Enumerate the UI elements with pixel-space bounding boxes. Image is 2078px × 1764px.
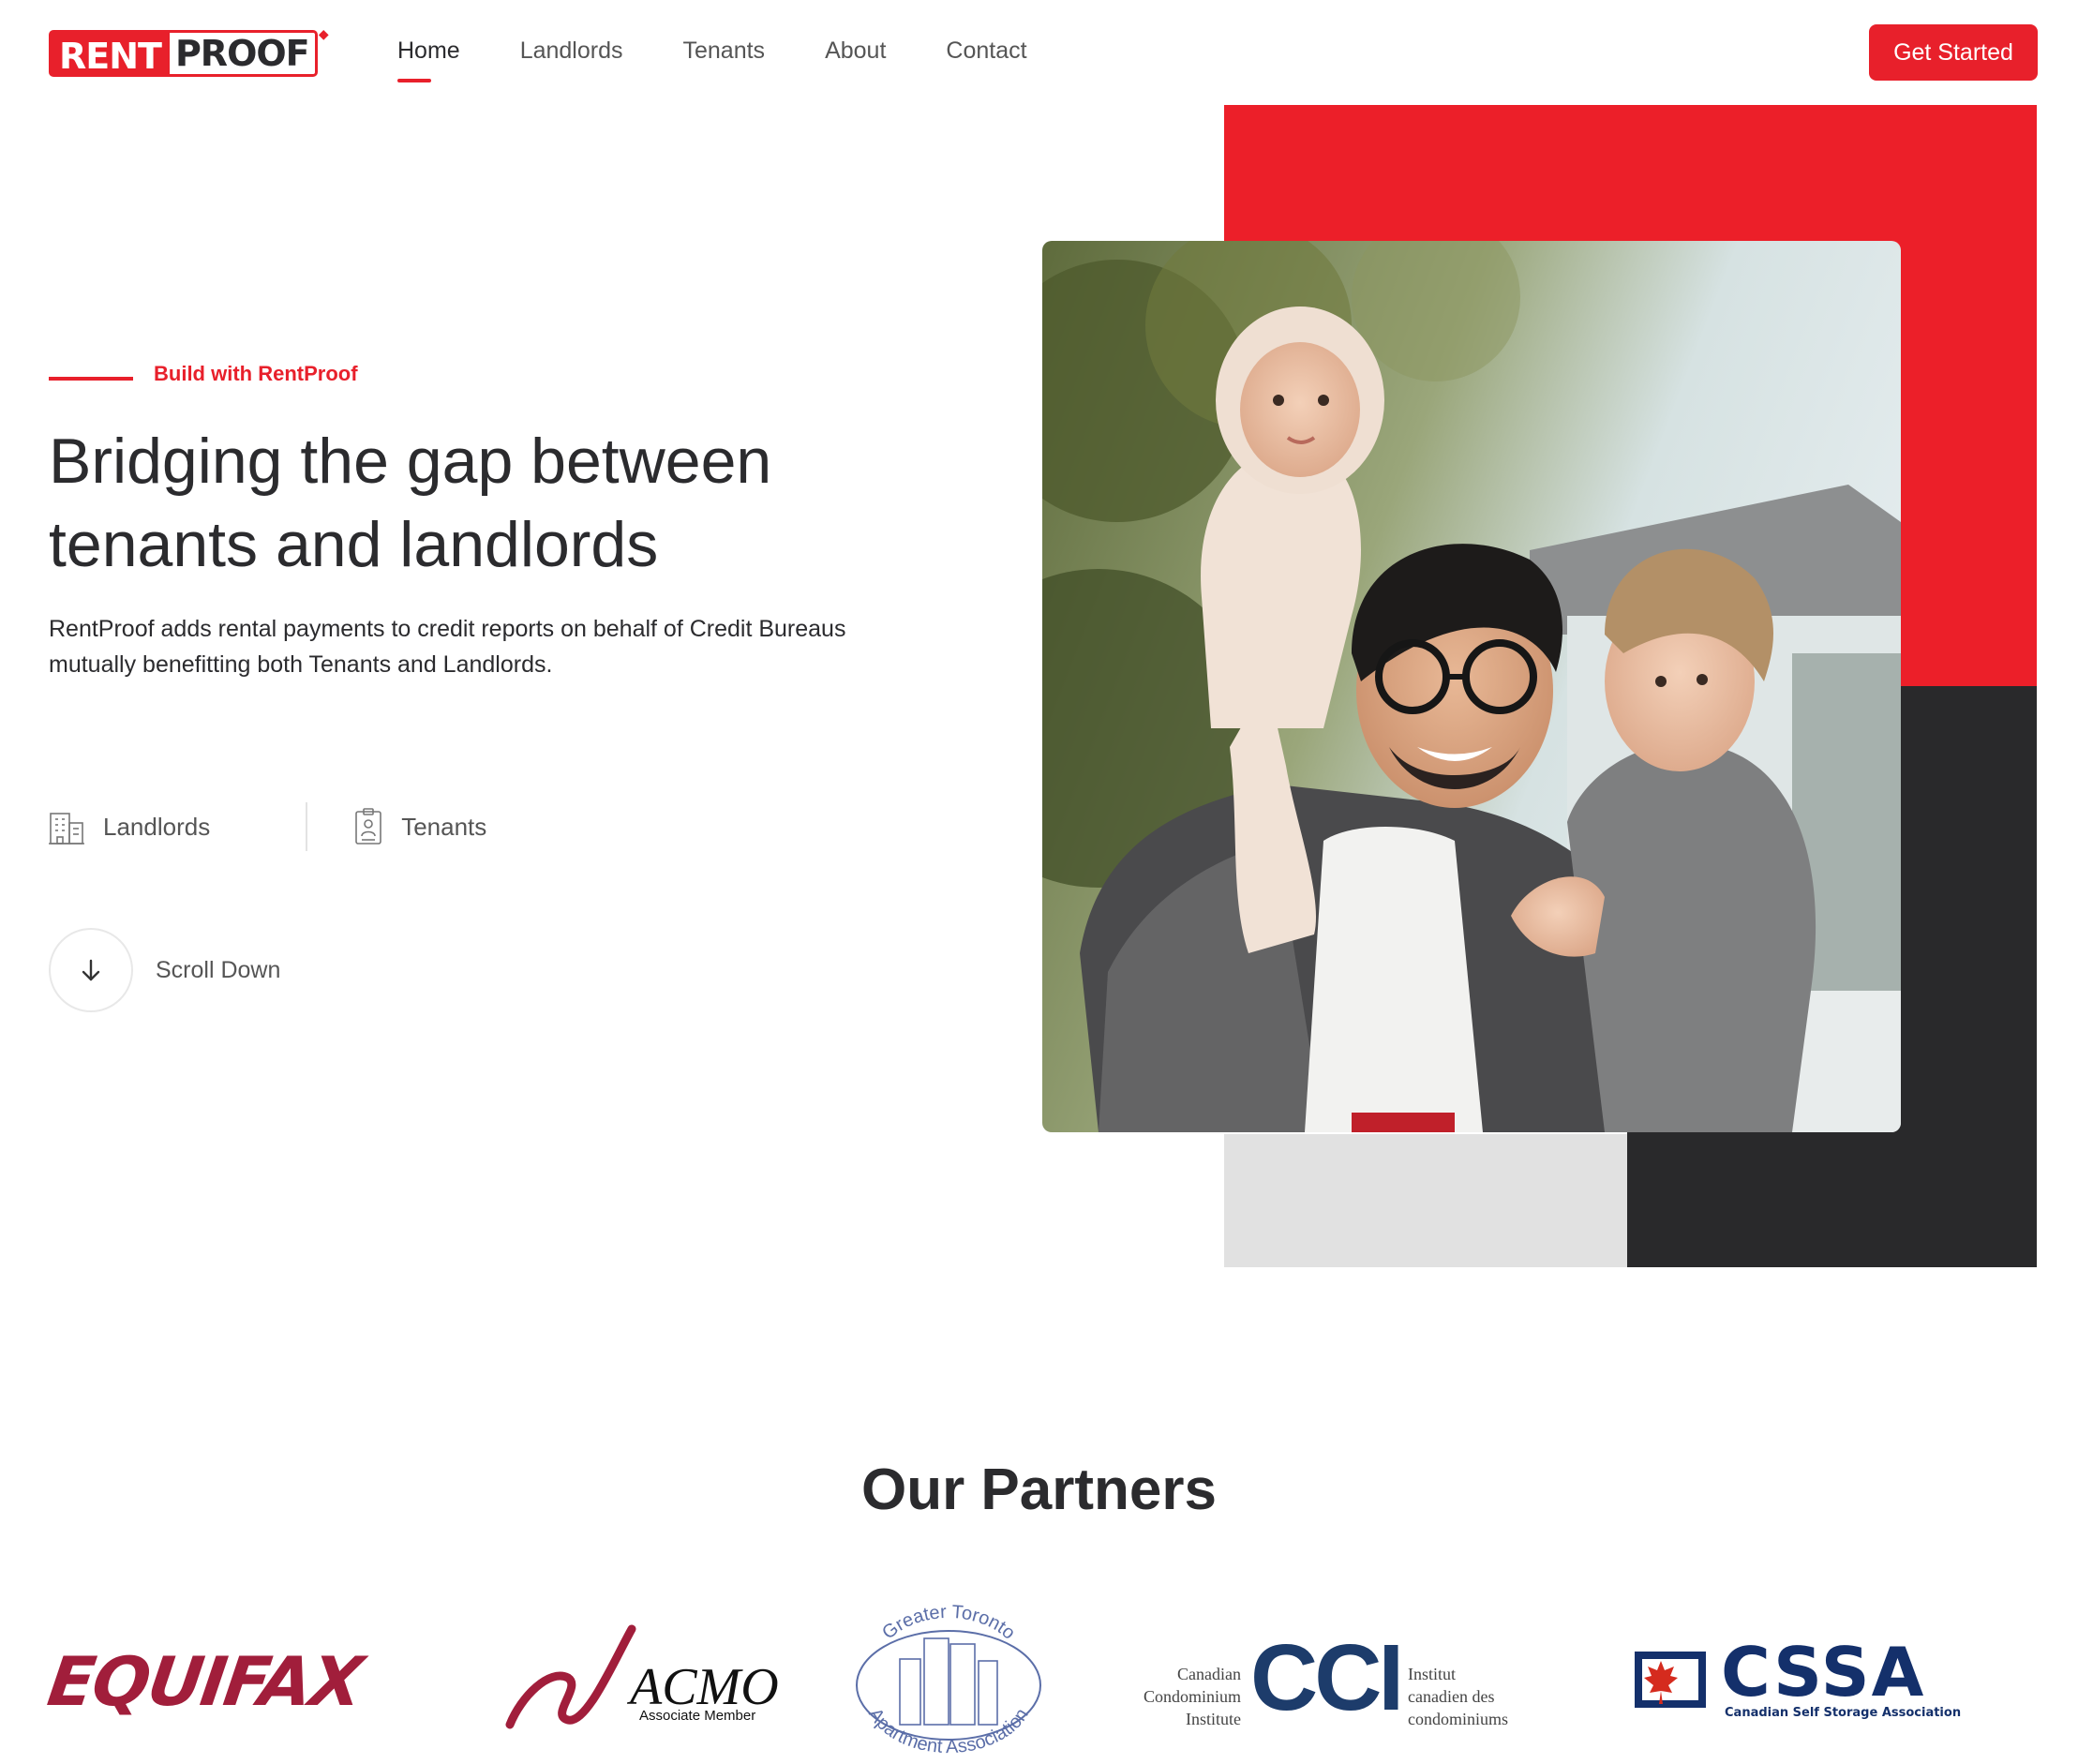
headline-line-1: Bridging the gap between bbox=[49, 426, 772, 497]
cci-left-text: Canadian Condominium Institute bbox=[1125, 1663, 1241, 1730]
cci-left-line-3: Institute bbox=[1186, 1710, 1241, 1728]
hero-subtext: RentProof adds rental payments to credit… bbox=[49, 611, 949, 682]
get-started-button[interactable]: Get Started bbox=[1869, 24, 2038, 81]
cci-right-line-1: Institut bbox=[1408, 1665, 1457, 1683]
scroll-down-label: Scroll Down bbox=[156, 956, 281, 983]
nav-home[interactable]: Home bbox=[397, 34, 460, 82]
eyebrow-accent-line bbox=[49, 377, 133, 381]
hero-family-photo bbox=[1042, 241, 1901, 1132]
tower-icon bbox=[899, 1637, 998, 1726]
acmo-sub: Associate Member bbox=[639, 1708, 756, 1724]
cssa-flag-icon bbox=[1635, 1652, 1706, 1708]
id-badge-icon bbox=[355, 808, 382, 845]
headline-line-2: tenants and landlords bbox=[49, 509, 659, 580]
partners-title: Our Partners bbox=[860, 1458, 1218, 1522]
scroll-down-button[interactable]: Scroll Down bbox=[49, 928, 280, 1012]
acmo-swoosh-icon bbox=[505, 1624, 636, 1729]
subtext-line-2: mutually benefitting both Tenants and La… bbox=[49, 651, 553, 678]
cssa-sub: Canadian Self Storage Association bbox=[1725, 1706, 1962, 1720]
logo-proof-text: PROOF bbox=[169, 30, 318, 77]
logo-rent-text: RENT bbox=[49, 30, 170, 77]
cci-right-text: Institut canadien des condominiums bbox=[1408, 1663, 1548, 1730]
role-links: Landlords Tenants bbox=[49, 802, 486, 851]
decor-grey-block bbox=[1224, 1134, 1627, 1267]
building-icon bbox=[49, 813, 84, 845]
nav-about[interactable]: About bbox=[825, 34, 886, 67]
nav-contact[interactable]: Contact bbox=[946, 34, 1026, 67]
nav-tenants[interactable]: Tenants bbox=[683, 34, 766, 67]
nav-landlords[interactable]: Landlords bbox=[520, 34, 623, 67]
scroll-circle bbox=[49, 928, 133, 1012]
arrow-down-icon bbox=[82, 959, 100, 981]
hero-headline: Bridging the gap between tenants and lan… bbox=[49, 420, 949, 587]
cci-right-line-2: canadien des bbox=[1408, 1687, 1495, 1706]
eyebrow-text: Build with RentProof bbox=[154, 362, 358, 385]
cci-left-line-1: Canadian bbox=[1177, 1665, 1241, 1683]
role-tenants-label: Tenants bbox=[401, 812, 487, 841]
svg-text:Greater Toronto: Greater Toronto bbox=[878, 1602, 1019, 1644]
main-nav: Home Landlords Tenants About Contact bbox=[397, 34, 1027, 82]
maple-leaf-icon: ◆ bbox=[318, 26, 329, 41]
role-landlords-label: Landlords bbox=[103, 812, 211, 841]
equifax-logo: EQUIFAX bbox=[43, 1642, 366, 1721]
rentproof-logo[interactable]: RENT PROOF ◆ bbox=[49, 26, 329, 77]
role-landlords-link[interactable]: Landlords bbox=[49, 808, 210, 845]
cci-right-line-3: condominiums bbox=[1408, 1710, 1508, 1728]
cci-left-line-2: Condominium bbox=[1143, 1687, 1241, 1706]
cci-mark: CCI bbox=[1250, 1625, 1404, 1730]
role-divider bbox=[306, 802, 308, 851]
cssa-text: CSSA bbox=[1721, 1633, 1926, 1712]
gtaa-top-text: Greater Toronto bbox=[878, 1602, 1019, 1644]
role-tenants-link[interactable]: Tenants bbox=[354, 808, 486, 845]
subtext-line-1: RentProof adds rental payments to credit… bbox=[49, 616, 846, 642]
hero-eyebrow: Build with RentProof bbox=[49, 362, 358, 386]
